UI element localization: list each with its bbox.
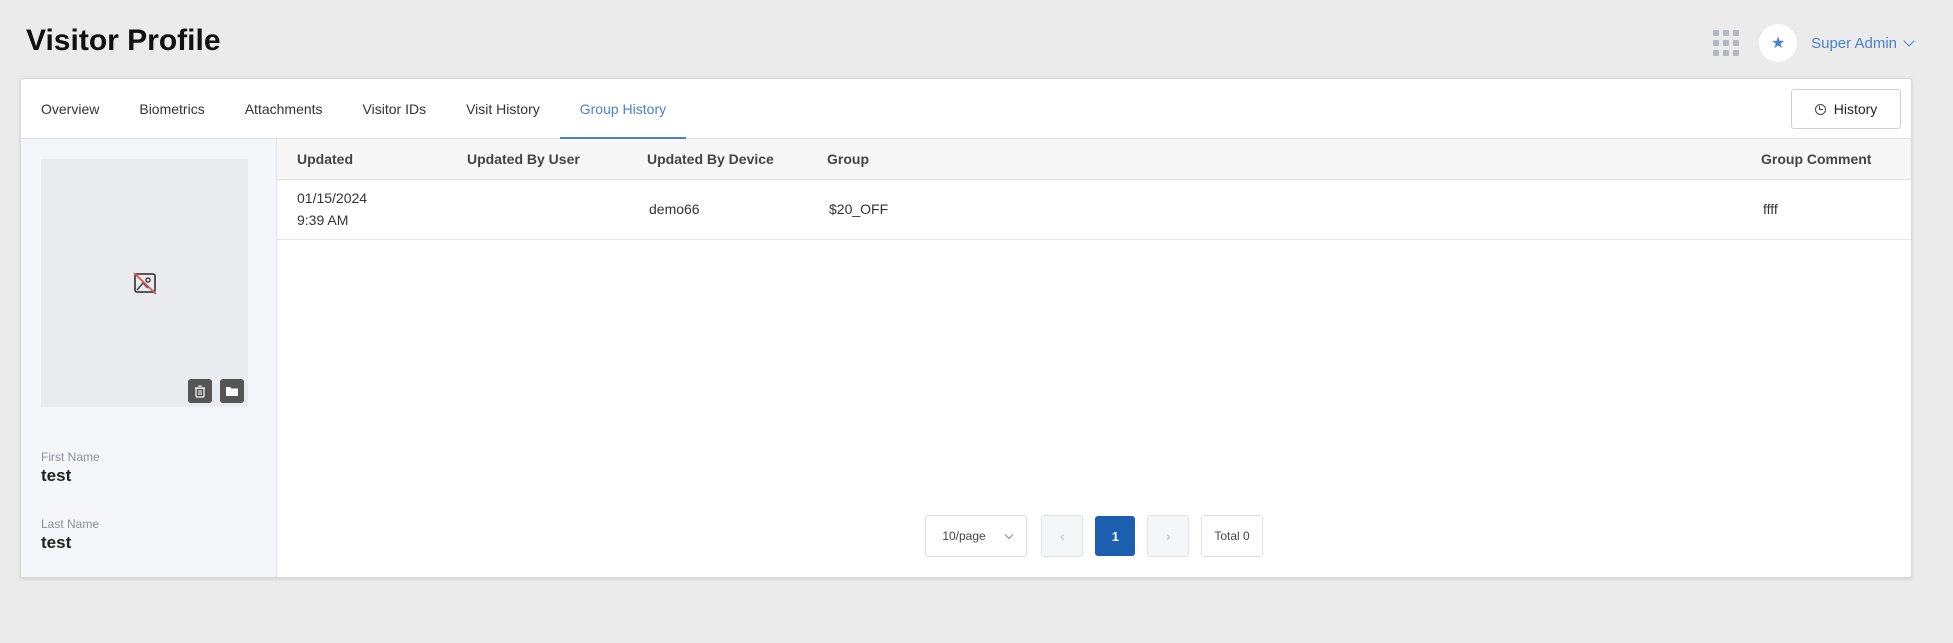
cell-updated-time: 9:39 AM [297, 212, 349, 228]
group-history-panel: Updated Updated By User Updated By Devic… [277, 139, 1911, 577]
tab-visit-history[interactable]: Visit History [446, 79, 560, 138]
history-button-label: History [1833, 101, 1878, 117]
table-row[interactable]: 01/15/2024 9:39 AM demo66 $20_OFF ffff [277, 179, 1911, 239]
last-name-value: test [41, 533, 72, 552]
table-header-row: Updated Updated By User Updated By Devic… [277, 139, 1911, 179]
page-number-button[interactable]: 1 [1095, 516, 1136, 556]
cell-group-comment: ffff [1763, 201, 1778, 217]
tab-attachments[interactable]: Attachments [225, 79, 343, 138]
favorite-star-icon[interactable]: ★ [1759, 24, 1798, 62]
prev-page-button[interactable]: ‹ [1041, 515, 1084, 557]
total-count: Total 0 [1201, 515, 1263, 557]
cell-group: $20_OFF [829, 201, 889, 217]
folder-icon [226, 387, 238, 396]
next-page-button[interactable]: › [1147, 515, 1190, 557]
first-name-value: test [41, 466, 72, 485]
profile-card: Overview Biometrics Attachments Visitor … [20, 78, 1912, 578]
history-button[interactable]: History [1791, 89, 1901, 129]
user-menu-label: Super Admin [1811, 34, 1897, 52]
cell-updated: 01/15/2024 9:39 AM [277, 179, 447, 239]
cell-updated-by-user [447, 179, 627, 239]
history-icon [1814, 103, 1826, 115]
profile-sidebar: First Name test Last Name test [21, 139, 277, 577]
last-name-label: Last Name [41, 517, 100, 531]
group-history-table: Updated Updated By User Updated By Devic… [277, 139, 1911, 240]
tab-bar: Overview Biometrics Attachments Visitor … [21, 79, 1911, 139]
visitor-photo [41, 159, 248, 407]
no-image-icon [133, 272, 157, 295]
tab-visitor-ids[interactable]: Visitor IDs [343, 79, 447, 138]
chevron-down-icon [1005, 530, 1014, 540]
chevron-right-icon: › [1165, 528, 1171, 544]
column-header-updated-by-user[interactable]: Updated By User [447, 139, 627, 179]
top-right-toolbar: ★ Super Admin [1713, 24, 1915, 62]
tab-biometrics[interactable]: Biometrics [119, 79, 224, 138]
trash-icon [195, 384, 205, 398]
delete-photo-button[interactable] [188, 379, 212, 403]
column-header-group[interactable]: Group [807, 139, 1741, 179]
apps-grid-icon[interactable] [1713, 30, 1740, 56]
page-size-value: 10/page [942, 529, 986, 543]
column-header-group-comment[interactable]: Group Comment [1741, 139, 1911, 179]
first-name-label: First Name [41, 450, 100, 464]
cell-updated-date: 01/15/2024 [297, 190, 368, 206]
column-header-updated[interactable]: Updated [277, 139, 447, 179]
column-header-updated-by-device[interactable]: Updated By Device [627, 139, 807, 179]
upload-photo-button[interactable] [220, 379, 244, 403]
chevron-left-icon: ‹ [1059, 528, 1065, 544]
cell-updated-by-device: demo66 [649, 201, 700, 217]
pagination: 10/page ‹ 1 › Total 0 [277, 515, 1911, 557]
tab-overview[interactable]: Overview [21, 79, 119, 138]
page-size-select[interactable]: 10/page [925, 515, 1028, 557]
user-menu[interactable]: Super Admin [1811, 34, 1915, 52]
page-title: Visitor Profile [26, 24, 221, 57]
chevron-down-icon [1903, 35, 1915, 47]
tab-group-history[interactable]: Group History [559, 79, 687, 139]
